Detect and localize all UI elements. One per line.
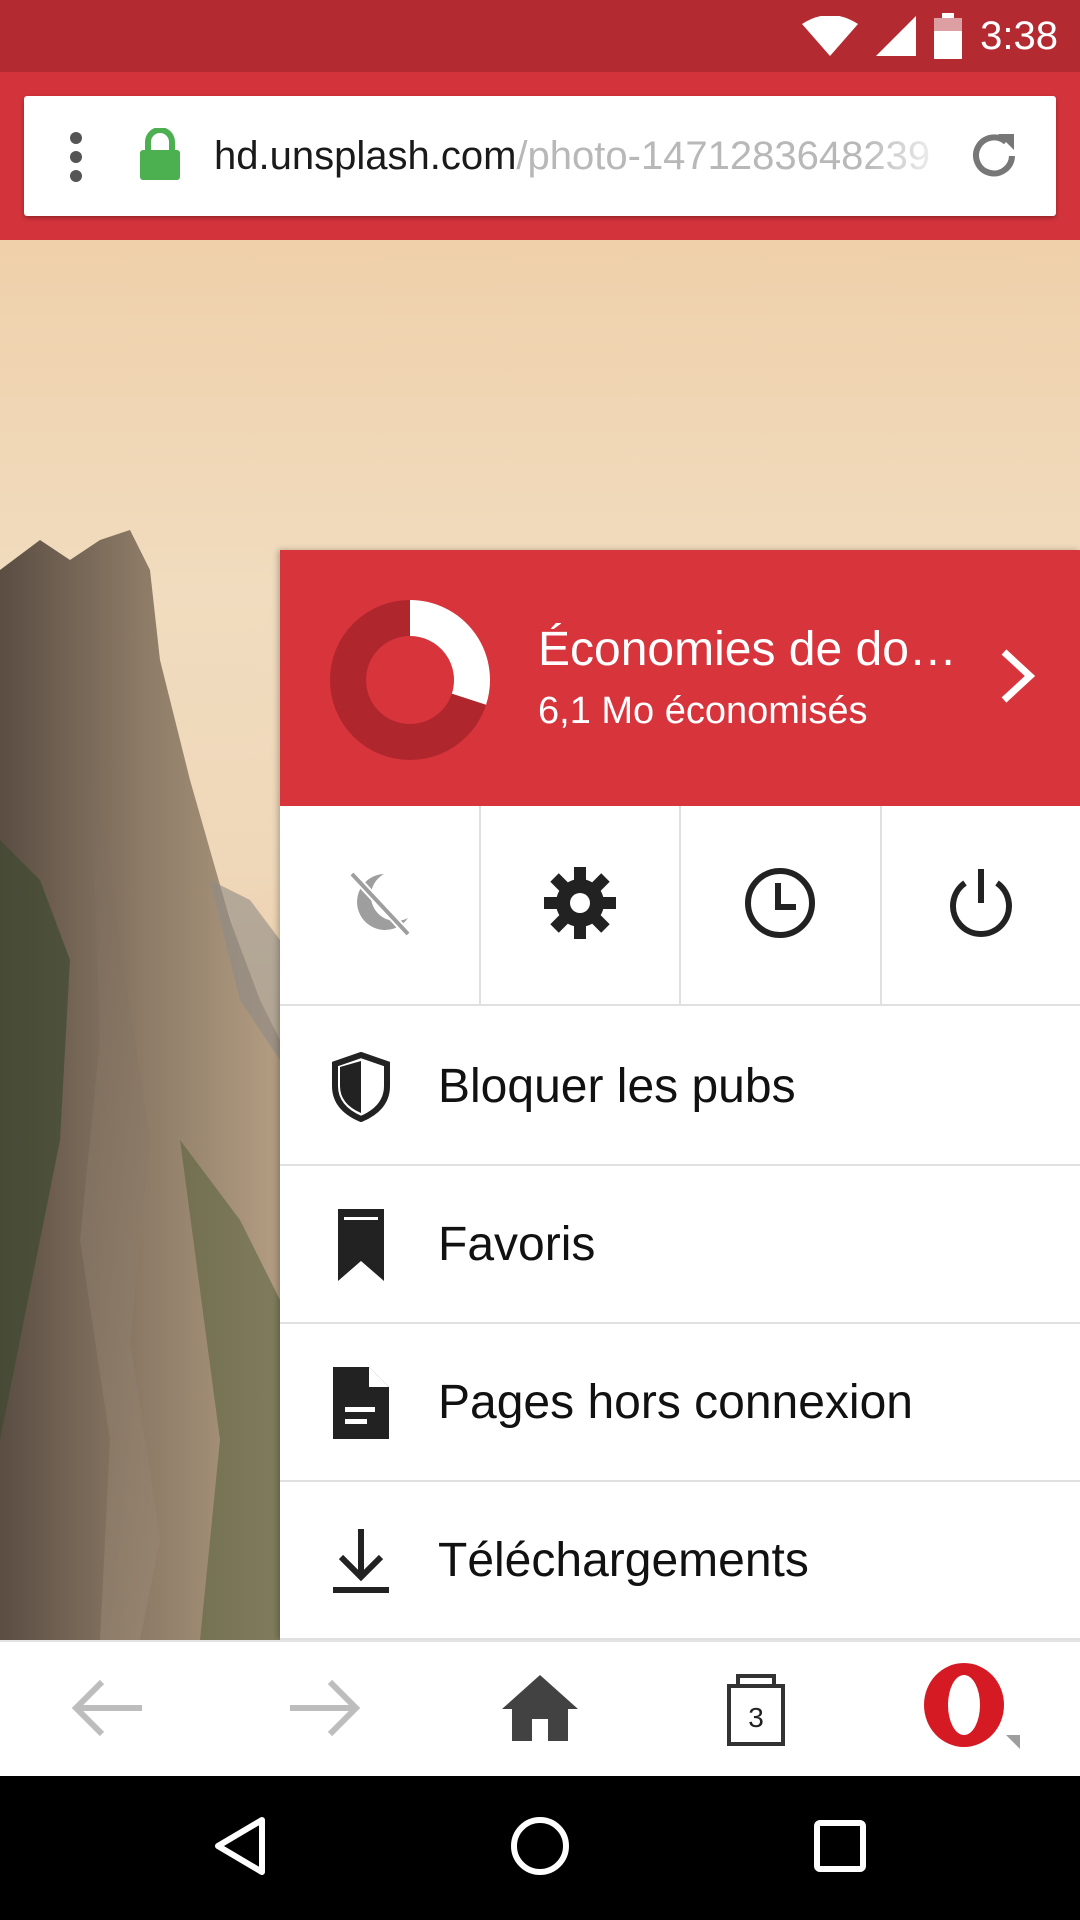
download-icon: [326, 1526, 396, 1596]
home-button[interactable]: [470, 1642, 610, 1778]
chevron-right-icon: [996, 646, 1040, 711]
reload-icon[interactable]: [964, 126, 1024, 191]
back-button[interactable]: [38, 1642, 178, 1778]
android-nav-bar: [0, 1776, 1080, 1920]
ad-block-shield-icon: [326, 1052, 396, 1122]
menu-item-bookmarks[interactable]: Favoris: [280, 1166, 1080, 1324]
home-icon: [502, 1674, 578, 1746]
nav-recents-icon: [813, 1819, 867, 1878]
opera-menu-icon: [920, 1662, 1020, 1758]
back-arrow-icon: [70, 1678, 146, 1743]
tabs-icon: 3: [726, 1672, 786, 1748]
url-text[interactable]: hd.unsplash.com/photo-1471283648239: [214, 126, 954, 186]
night-mode-button[interactable]: [280, 806, 481, 1004]
wifi-icon: [802, 16, 859, 56]
savings-title: Économies de do…: [538, 623, 957, 676]
quick-actions-row: [280, 806, 1080, 1006]
bookmark-icon: [326, 1209, 396, 1281]
nav-recents-button[interactable]: [760, 1776, 920, 1920]
status-icons: 3:38: [802, 0, 1058, 72]
settings-button[interactable]: [481, 806, 681, 1004]
menu-item-offline-pages[interactable]: Pages hors connexion: [280, 1324, 1080, 1482]
tabs-button[interactable]: 3: [686, 1642, 826, 1778]
exit-button[interactable]: [882, 806, 1080, 1004]
nav-home-icon: [510, 1816, 570, 1881]
nav-back-button[interactable]: [160, 1776, 320, 1920]
forward-arrow-icon: [286, 1678, 362, 1743]
opera-menu: Économies de do… 6,1 Mo économisés Bloqu…: [280, 550, 1080, 1640]
menu-dots-icon[interactable]: [68, 132, 84, 182]
history-clock-icon: [742, 865, 818, 946]
url-path: /photo-1471283648239: [516, 134, 931, 178]
offline-page-icon: [326, 1367, 396, 1439]
settings-gear-icon: [542, 865, 618, 946]
menu-item-ad-block[interactable]: Bloquer les pubs: [280, 1008, 1080, 1166]
power-exit-icon: [943, 865, 1019, 946]
lock-icon[interactable]: [138, 127, 182, 185]
tab-count: 3: [748, 1702, 764, 1733]
menu-item-downloads[interactable]: Téléchargements: [280, 1482, 1080, 1640]
status-bar: 3:38: [0, 0, 1080, 72]
status-time: 3:38: [980, 13, 1058, 58]
bottom-browser-bar: 3: [0, 1640, 1080, 1776]
menu-item-label: Téléchargements: [438, 1534, 809, 1587]
signal-icon: [876, 16, 917, 56]
night-mode-icon: [344, 868, 414, 943]
history-button[interactable]: [681, 806, 882, 1004]
opera-menu-button[interactable]: [900, 1642, 1040, 1778]
data-savings-chart: [330, 600, 490, 760]
browser-toolbar: hd.unsplash.com/photo-1471283648239: [0, 72, 1080, 240]
menu-item-label: Pages hors connexion: [438, 1376, 913, 1429]
nav-back-icon: [214, 1816, 266, 1881]
data-savings-panel[interactable]: Économies de do… 6,1 Mo économisés: [280, 550, 1080, 806]
savings-subtitle: 6,1 Mo économisés: [538, 690, 868, 732]
address-bar[interactable]: hd.unsplash.com/photo-1471283648239: [24, 96, 1056, 216]
url-host: hd.unsplash.com: [214, 134, 517, 178]
menu-item-label: Favoris: [438, 1218, 596, 1271]
nav-home-button[interactable]: [460, 1776, 620, 1920]
forward-button[interactable]: [254, 1642, 394, 1778]
menu-item-label: Bloquer les pubs: [438, 1060, 796, 1113]
battery-icon: [934, 13, 963, 59]
